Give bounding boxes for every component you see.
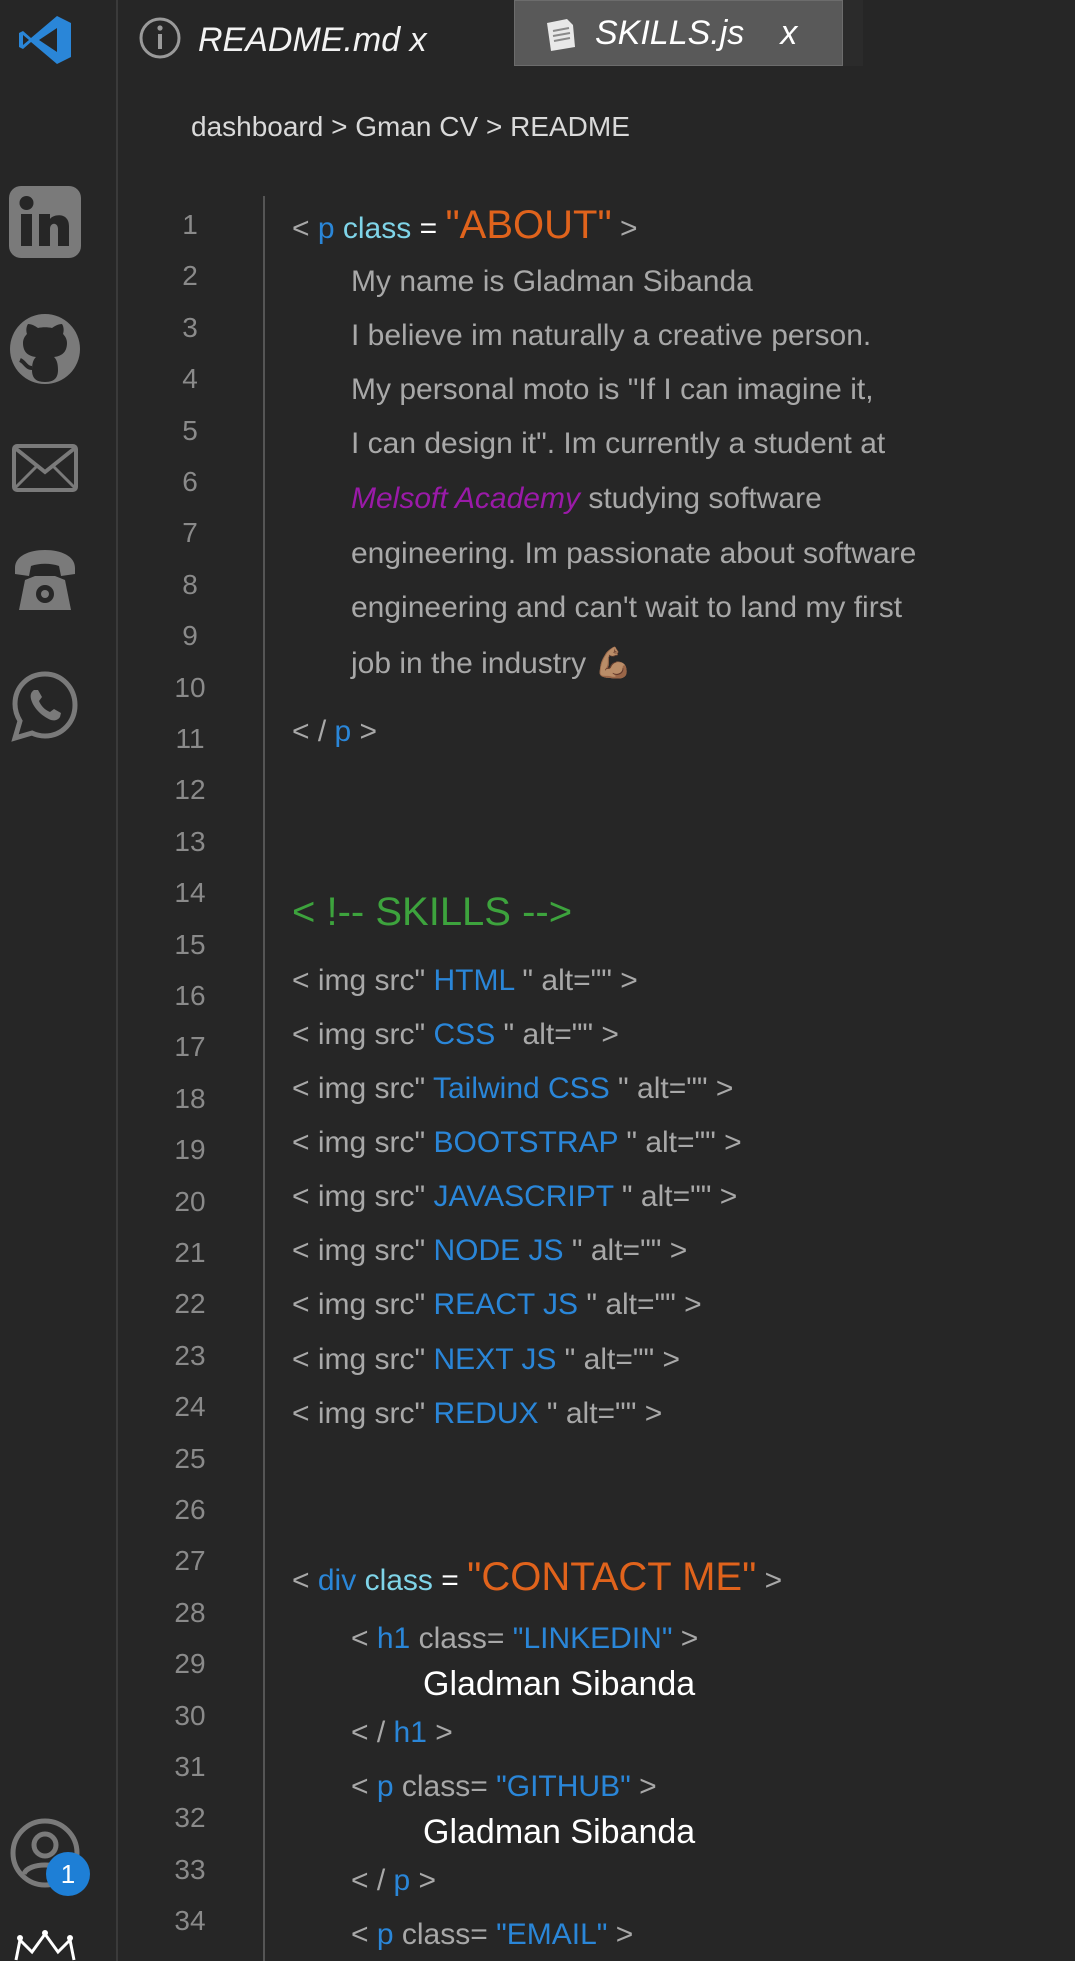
activity-bar: 1 bbox=[0, 0, 118, 1961]
line-number: 26 bbox=[174, 1494, 206, 1525]
line-number: 25 bbox=[174, 1443, 206, 1474]
line-number: 2 bbox=[182, 260, 198, 291]
github-open-tag: < p class= "GITHUB" > bbox=[351, 1770, 657, 1803]
about-text-line: engineering and can't wait to land my fi… bbox=[351, 591, 903, 624]
skills-comment: < !-- SKILLS --> bbox=[292, 890, 573, 934]
skill-line: < img src" REACT JS " alt="" > bbox=[292, 1288, 702, 1321]
line-number: 5 bbox=[182, 415, 198, 446]
line-number: 12 bbox=[174, 774, 206, 805]
whatsapp-icon[interactable] bbox=[0, 670, 90, 742]
tab-readme[interactable]: README.md x bbox=[138, 10, 427, 70]
line-number: 27 bbox=[174, 1545, 206, 1576]
line-number: 9 bbox=[182, 620, 198, 651]
line-number: 29 bbox=[174, 1648, 206, 1679]
line-number: 13 bbox=[174, 826, 206, 857]
line-number: 4 bbox=[182, 363, 198, 394]
about-text-line: I believe im naturally a creative person… bbox=[351, 319, 872, 352]
github-name[interactable]: Gladman Sibanda bbox=[423, 1813, 695, 1852]
github-icon[interactable] bbox=[0, 314, 90, 384]
skill-line: < img src" BOOTSTRAP " alt="" > bbox=[292, 1126, 742, 1159]
linkedin-name[interactable]: Gladman Sibanda bbox=[423, 1665, 695, 1704]
line-number: 19 bbox=[174, 1134, 206, 1165]
line-number: 7 bbox=[182, 517, 198, 548]
skill-line: < img src" NEXT JS " alt="" > bbox=[292, 1343, 681, 1376]
contact-open-tag: < div class = "CONTACT ME" > bbox=[292, 1555, 783, 1599]
line-number: 6 bbox=[182, 466, 198, 497]
line-number: 34 bbox=[174, 1905, 206, 1936]
about-text-line: My name is Gladman Sibanda bbox=[351, 265, 753, 298]
file-icon bbox=[543, 17, 577, 58]
line-number: 24 bbox=[174, 1391, 206, 1422]
line-number: 8 bbox=[182, 569, 198, 600]
about-open-tag: < p class = "ABOUT" > bbox=[292, 203, 638, 247]
email-open-tag: < p class= "EMAIL" > bbox=[351, 1918, 634, 1951]
linkedin-close-tag: < / h1 > bbox=[351, 1716, 453, 1749]
indent-guide bbox=[263, 196, 265, 1961]
about-text-line: Melsoft Academy studying software bbox=[351, 482, 822, 515]
tab-readme-label: README.md x bbox=[198, 20, 427, 59]
line-number: 17 bbox=[174, 1031, 206, 1062]
mail-icon[interactable] bbox=[0, 444, 90, 492]
tab-bar: README.md x SKILLS.js x bbox=[118, 0, 863, 66]
line-number: 15 bbox=[174, 929, 206, 960]
about-text-line: I can design it". Im currently a student… bbox=[351, 427, 886, 460]
info-icon bbox=[138, 16, 182, 65]
github-close-tag: < / p > bbox=[351, 1864, 437, 1897]
line-number: 16 bbox=[174, 980, 206, 1011]
about-text-line: engineering. Im passionate about softwar… bbox=[351, 537, 917, 570]
about-close-tag: < / p > bbox=[292, 715, 378, 748]
skill-line: < img src" CSS " alt="" > bbox=[292, 1018, 619, 1051]
line-number: 20 bbox=[174, 1186, 206, 1217]
phone-icon[interactable] bbox=[0, 546, 90, 614]
line-number: 1 bbox=[182, 209, 198, 240]
linkedin-open-tag: < h1 class= "LINKEDIN" > bbox=[351, 1622, 699, 1655]
skill-line: < img src" HTML " alt="" > bbox=[292, 964, 638, 997]
line-number: 10 bbox=[174, 672, 206, 703]
line-number: 3 bbox=[182, 312, 198, 343]
line-number: 32 bbox=[174, 1802, 206, 1833]
line-number: 30 bbox=[174, 1700, 206, 1731]
line-number: 11 bbox=[175, 723, 205, 754]
line-number: 18 bbox=[174, 1083, 206, 1114]
academy-highlight: Melsoft Academy bbox=[351, 482, 580, 515]
skill-line: < img src" JAVASCRIPT " alt="" > bbox=[292, 1180, 738, 1213]
vscode-logo-icon[interactable] bbox=[0, 14, 90, 66]
tab-skills-label: SKILLS.js bbox=[595, 13, 745, 52]
linkedin-icon[interactable] bbox=[0, 186, 90, 258]
skill-line: < img src" NODE JS " alt="" > bbox=[292, 1234, 688, 1267]
tab-bar-edge bbox=[843, 0, 863, 66]
line-number: 21 bbox=[174, 1237, 206, 1268]
tab-skills[interactable]: SKILLS.js x bbox=[514, 0, 843, 66]
line-number: 33 bbox=[174, 1854, 206, 1885]
breadcrumb[interactable]: dashboard > Gman CV > README bbox=[191, 111, 630, 143]
notification-badge: 1 bbox=[46, 1852, 90, 1896]
line-number: 31 bbox=[174, 1751, 206, 1782]
line-number: 23 bbox=[174, 1340, 206, 1371]
tab-close-button[interactable]: x bbox=[780, 14, 797, 53]
skill-line: < img src" REDUX " alt="" > bbox=[292, 1397, 663, 1430]
about-text-line: job in the industry 💪🏽 bbox=[351, 647, 632, 680]
line-number: 22 bbox=[174, 1288, 206, 1319]
line-number: 28 bbox=[174, 1597, 206, 1628]
about-text-line: My personal moto is "If I can imagine it… bbox=[351, 373, 874, 406]
skill-line: < img src" Tailwind CSS " alt="" > bbox=[292, 1072, 734, 1105]
crown-icon[interactable] bbox=[0, 1930, 90, 1961]
line-number: 14 bbox=[174, 877, 206, 908]
